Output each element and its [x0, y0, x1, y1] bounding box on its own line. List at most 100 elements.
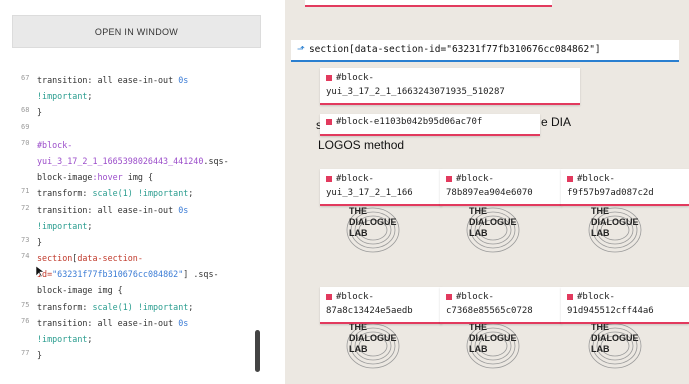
block-tag[interactable]: #block- 91d945512cff44a6 — [561, 287, 689, 324]
code-line: 75 transform: scale(1) !important; — [12, 299, 261, 315]
code-token: ; — [87, 334, 93, 344]
code-token: "63231f77fb310676cc084862" — [52, 269, 184, 280]
code-panel: OPEN IN WINDOW 67 transition: all ease-in… — [0, 0, 285, 384]
code-token: !important — [37, 220, 88, 231]
code-token: 0s — [178, 75, 189, 85]
code-line: 74 section[data-section- — [12, 250, 261, 266]
code-line: !important; — [12, 331, 261, 347]
logo-text-line: DIALOGUE — [469, 217, 517, 227]
block-tag-line2: 78b897ea904e6070 — [446, 188, 533, 198]
code-token: ] .sqs- — [183, 269, 219, 280]
block-tag[interactable]: #block- 87a8c13424e5aedb — [320, 287, 442, 324]
block-tag-top-partial[interactable] — [305, 0, 552, 7]
code-token: ; — [87, 220, 93, 231]
line-number: 72 — [21, 203, 30, 212]
block-tag[interactable]: #block- 78b897ea904e6070 — [440, 169, 562, 206]
code-token: } — [37, 236, 43, 247]
code-token: transition: all ease-in-out — [37, 75, 179, 85]
code-line: 68} — [12, 104, 261, 120]
block-tag[interactable]: #block-f9f57b97ad087c2d — [561, 169, 689, 206]
logo-text-line: LAB — [591, 344, 610, 354]
block-tag-line2: 91d945512cff44a6 — [567, 306, 654, 316]
code-token: 0s — [178, 317, 189, 328]
dialogue-lab-logo[interactable]: THE DIALOGUE LAB — [455, 318, 521, 374]
block-square-icon — [567, 293, 573, 300]
section-selector-tag[interactable]: ⬏ section[data-section-id="63231f77fb3106… — [291, 40, 679, 62]
logo-text-line: LAB — [469, 228, 488, 238]
code-token: ; — [188, 188, 194, 199]
block-tag[interactable]: #block-yui_3_17_2_1_166 — [320, 169, 442, 206]
block-square-icon — [326, 175, 332, 182]
line-number: 76 — [21, 316, 30, 325]
code-line: block-image:hover img { — [12, 169, 261, 185]
logo-text-line: LAB — [349, 344, 368, 354]
code-line: yui_3_17_2_1_1665398026443_441240.sqs- — [12, 153, 261, 169]
logo-text: THE DIALOGUE LAB — [349, 322, 397, 355]
block-square-icon — [326, 293, 332, 300]
dialogue-lab-logo[interactable]: THE DIALOGUE LAB — [455, 202, 521, 258]
logo-text: THE DIALOGUE LAB — [591, 206, 639, 239]
code-token: ; — [87, 91, 93, 102]
code-line: 72 transition: all ease-in-out 0s — [12, 202, 261, 218]
block-tag-yui-top[interactable]: #block- yui_3_17_2_1_1663243071935_51028… — [320, 68, 580, 105]
code-token: img { — [122, 172, 153, 183]
line-number: 73 — [21, 235, 30, 244]
code-line: 71 transform: scale(1) !important; — [12, 185, 261, 201]
open-in-window-button[interactable]: OPEN IN WINDOW — [12, 15, 261, 48]
logo-text: THE DIALOGUE LAB — [469, 206, 517, 239]
code-scrollbar[interactable] — [255, 330, 260, 372]
block-tag-line2: f9f57b97ad087c2d — [567, 188, 654, 198]
code-line: 67 transition: all ease-in-out 0s — [12, 72, 261, 88]
logo-text-line: LAB — [349, 228, 368, 238]
block-tag-line1: #block- — [577, 292, 615, 302]
section-selector-label: section[data-section-id="63231f77fb31067… — [308, 44, 601, 55]
block-square-icon — [326, 118, 332, 125]
block-tag-line1: #block- — [336, 292, 374, 302]
css-code-editor[interactable]: 67 transition: all ease-in-out 0s !importa… — [12, 72, 261, 384]
code-token: #block- — [37, 139, 73, 150]
code-line: 70 #block- — [12, 137, 261, 153]
block-square-icon — [446, 293, 452, 300]
code-token: } — [37, 107, 43, 118]
code-token: transform: — [37, 301, 93, 312]
logo-text-line: DIALOGUE — [591, 333, 639, 343]
block-tag[interactable]: #block-c7368e85565c0728 — [440, 287, 562, 324]
code-token: yui_3_17_2_1_1665398026443_441240 — [37, 155, 204, 166]
code-line: 76 transition: all ease-in-out 0s — [12, 315, 261, 331]
code-token: transition: all ease-in-out — [37, 317, 179, 328]
code-line: !important; — [12, 218, 261, 234]
block-square-icon — [567, 175, 573, 182]
logo-text-line: DIALOGUE — [349, 333, 397, 343]
dialogue-lab-logo[interactable]: THE DIALOGUE LAB — [335, 202, 401, 258]
logo-text-line: THE — [349, 206, 367, 216]
logo-text-line: LAB — [469, 344, 488, 354]
code-token: !important — [137, 188, 189, 199]
block-tag-line1: #block- — [577, 174, 615, 184]
code-line: 69 — [12, 121, 261, 137]
line-number: 75 — [21, 300, 30, 309]
logo-text-line: LAB — [591, 228, 610, 238]
block-tag-label: #block-e1103b042b95d06ac70f — [336, 117, 483, 127]
block-tag-line1: #block- — [336, 73, 374, 83]
line-number: 77 — [21, 349, 30, 358]
code-line: id="63231f77fb310676cc084862"] .sqs- — [12, 266, 261, 282]
block-tag-line1: #block- — [456, 174, 494, 184]
line-number: 71 — [21, 187, 30, 196]
code-line: 73} — [12, 234, 261, 250]
code-token: !important — [37, 334, 88, 344]
code-token: block-image — [37, 172, 93, 183]
block-tag-e110[interactable]: #block-e1103b042b95d06ac70f — [320, 114, 540, 136]
code-token: ; — [188, 301, 194, 312]
dialogue-lab-logo[interactable]: THE DIALOGUE LAB — [335, 318, 401, 374]
dialogue-lab-logo[interactable]: THE DIALOGUE LAB — [577, 318, 643, 374]
block-square-icon — [446, 175, 452, 182]
line-number: 67 — [21, 74, 30, 82]
dialogue-lab-logo[interactable]: THE DIALOGUE LAB — [577, 202, 643, 258]
code-token: } — [37, 350, 43, 361]
block-tag-line2: 87a8c13424e5aedb — [326, 306, 413, 316]
code-token: block-image img { — [37, 285, 123, 296]
line-number: 68 — [21, 106, 30, 115]
logo-text: THE DIALOGUE LAB — [469, 322, 517, 355]
block-tag-line2: c7368e85565c0728 — [446, 306, 533, 316]
code-token: data-section- — [77, 253, 143, 264]
